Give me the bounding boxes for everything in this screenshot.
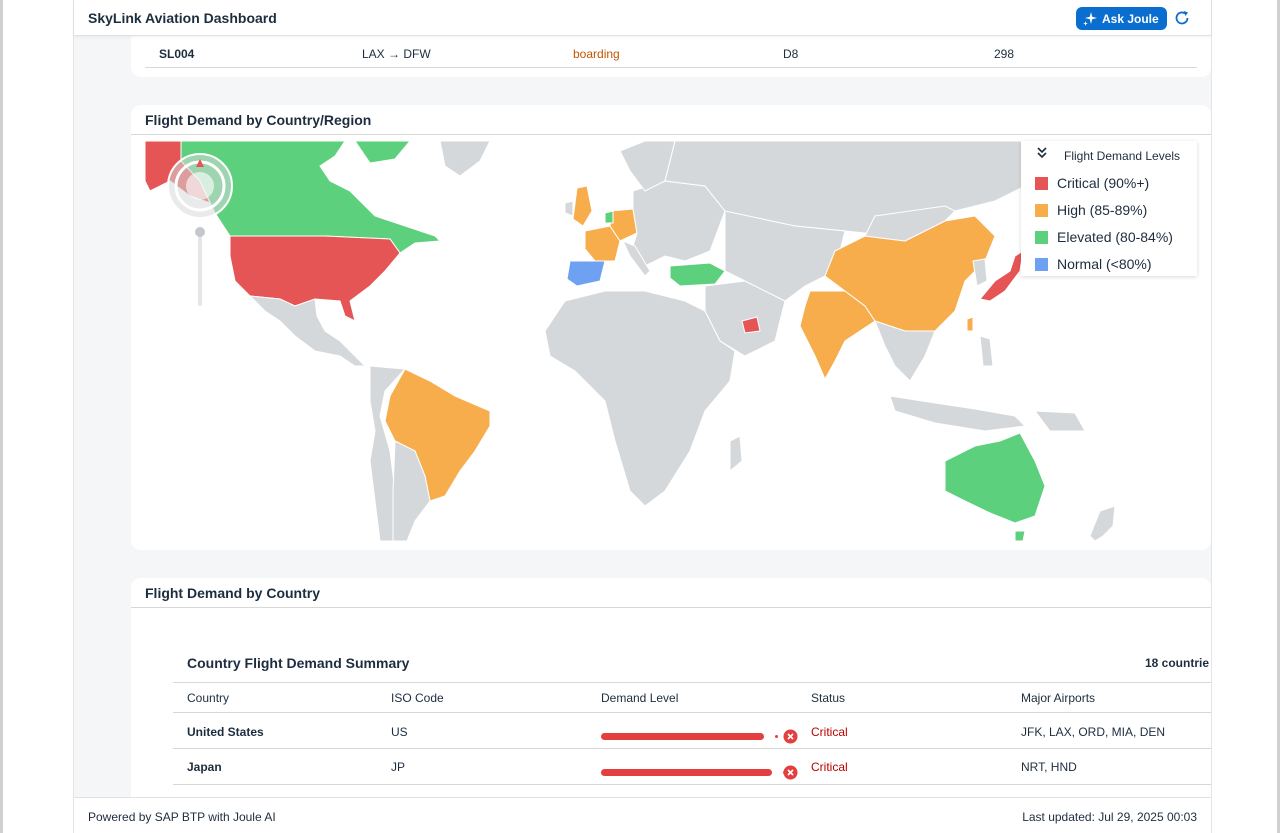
legend-label: Critical (90%+): [1057, 175, 1150, 191]
column-header-demand[interactable]: Demand Level: [601, 691, 678, 705]
legend-swatch: [1035, 176, 1048, 190]
map-zoom-slider[interactable]: [195, 226, 205, 306]
demand-bar: [601, 733, 764, 740]
country-demand-card: Flight Demand by Country Country Flight …: [131, 578, 1211, 808]
sparkle-icon: [1083, 11, 1097, 26]
map-region-madagascar[interactable]: [729, 435, 743, 473]
legend-label: High (85-89%): [1057, 202, 1148, 218]
flight-route: LAX → DFW: [362, 47, 431, 61]
left-background-pane: [0, 0, 74, 833]
map-region-australia[interactable]: [944, 432, 1046, 524]
summary-count: 18 countrie: [1145, 656, 1210, 670]
country-name: Japan: [187, 760, 222, 774]
map-region-netherlands[interactable]: [604, 210, 614, 224]
map-card-title: Flight Demand by Country/Region: [145, 112, 372, 128]
app-header: SkyLink Aviation Dashboard Ask Joule: [74, 0, 1211, 36]
chevron-double-down-icon[interactable]: [1035, 146, 1049, 160]
demand-map-card: Flight Demand by Country/Region Flight D…: [131, 105, 1211, 550]
country-airports: JFK, LAX, ORD, MIA, DEN: [1021, 725, 1166, 739]
legend-label: Normal (<80%): [1057, 256, 1152, 272]
app-title: SkyLink Aviation Dashboard: [88, 10, 277, 26]
map-region-indonesia[interactable]: [889, 395, 1027, 432]
footer-last-updated: Last updated: Jul 29, 2025 00:03: [1022, 810, 1197, 824]
row-divider: [173, 784, 1211, 785]
country-iso: JP: [391, 760, 406, 774]
legend-swatch: [1035, 203, 1048, 217]
flight-gate: D8: [783, 47, 799, 61]
map-region-uk[interactable]: [572, 185, 593, 227]
legend-swatch: [1035, 257, 1048, 271]
flight-status: boarding: [573, 47, 620, 61]
map-region-africa[interactable]: [544, 290, 736, 507]
error-circle-icon: [783, 765, 798, 780]
error-circle-icon: [783, 729, 798, 744]
column-header-status[interactable]: Status: [811, 691, 845, 705]
column-header-airports[interactable]: Major Airports: [1021, 691, 1095, 705]
map-navigation-control[interactable]: [165, 151, 235, 221]
map-legend: Flight Demand Levels Critical (90%+) Hig…: [1021, 141, 1197, 276]
summary-title: Country Flight Demand Summary: [187, 655, 410, 671]
country-status: Critical: [811, 725, 848, 739]
country-name: United States: [187, 725, 264, 739]
map-region-ireland[interactable]: [564, 200, 574, 217]
flight-passengers: 298: [994, 47, 1015, 61]
row-divider: [173, 748, 1211, 749]
legend-item-critical[interactable]: Critical (90%+): [1035, 175, 1149, 191]
map-region-philippines[interactable]: [979, 335, 994, 367]
demand-bar: [601, 769, 772, 776]
legend-title: Flight Demand Levels: [1064, 149, 1181, 163]
map-region-taiwan[interactable]: [966, 316, 974, 332]
country-status: Critical: [811, 760, 848, 774]
ask-joule-button[interactable]: Ask Joule: [1076, 7, 1167, 30]
legend-swatch: [1035, 230, 1048, 244]
refresh-icon[interactable]: [1172, 8, 1192, 28]
flight-number: SL004: [159, 47, 195, 61]
country-airports: NRT, HND: [1021, 760, 1077, 774]
map-region-tasmania[interactable]: [1014, 530, 1026, 541]
legend-item-elevated[interactable]: Elevated (80-84%): [1035, 229, 1173, 245]
app-footer: Powered by SAP BTP with Joule AI Last up…: [74, 797, 1211, 833]
legend-item-normal[interactable]: Normal (<80%): [1035, 256, 1152, 272]
legend-label: Elevated (80-84%): [1057, 229, 1173, 245]
country-iso: US: [391, 725, 408, 739]
map-region-new-guinea[interactable]: [1033, 410, 1086, 432]
map-region-turkey[interactable]: [669, 262, 726, 287]
table-header-divider: [173, 712, 1211, 713]
footer-powered-by: Powered by SAP BTP with Joule AI: [88, 810, 276, 824]
country-card-header: Flight Demand by Country: [131, 578, 1211, 608]
country-card-title: Flight Demand by Country: [145, 585, 320, 601]
map-card-header: Flight Demand by Country/Region: [131, 105, 1211, 135]
table-header-top-divider: [173, 682, 1211, 683]
map-region-greenland[interactable]: [439, 141, 491, 177]
row-divider: [145, 67, 1197, 68]
column-header-iso[interactable]: ISO Code: [391, 691, 444, 705]
ask-joule-label: Ask Joule: [1102, 11, 1159, 26]
legend-item-high[interactable]: High (85-89%): [1035, 202, 1147, 218]
demand-bar-dot: [775, 735, 778, 738]
map-region-canada-islands[interactable]: [354, 141, 411, 164]
right-background-pane: [1211, 0, 1280, 833]
column-header-country[interactable]: Country: [187, 691, 229, 705]
map-region-new-zealand[interactable]: [1089, 505, 1116, 541]
map-region-spain[interactable]: [566, 260, 606, 287]
map-region-korea[interactable]: [972, 258, 988, 287]
flights-table-card: SL004 LAX → DFW boarding D8 298: [131, 30, 1211, 77]
